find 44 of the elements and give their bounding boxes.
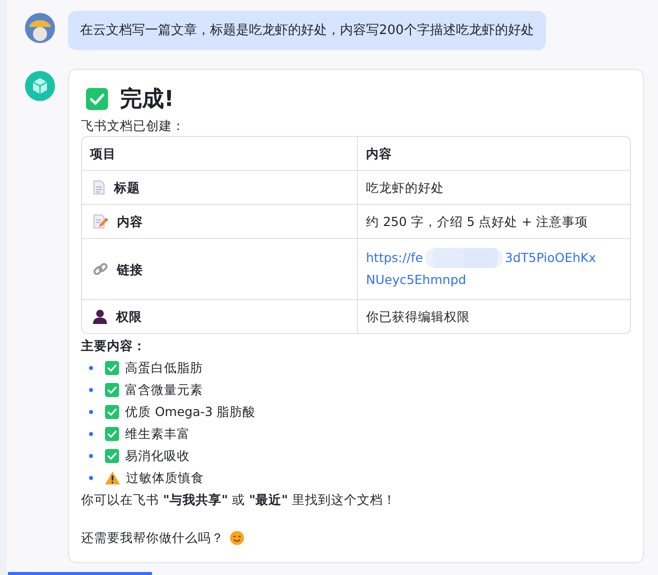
list-item-text: 维生素丰富 xyxy=(125,426,190,442)
check-icon xyxy=(105,405,119,419)
bot-avatar xyxy=(25,71,55,101)
list-item-text: 易消化吸收 xyxy=(125,448,190,464)
check-icon xyxy=(105,383,119,397)
bullet-icon xyxy=(89,366,93,370)
list-item-text: 高蛋白低脂肪 xyxy=(125,360,203,376)
column-header: 内容 xyxy=(357,137,630,170)
row-label: 链接 xyxy=(117,260,143,278)
list-item-text: 富含微量元素 xyxy=(125,382,203,398)
bullet-icon xyxy=(89,410,93,414)
cell-text: 约 250 字，介绍 5 点好处 + 注意事项 xyxy=(366,213,590,230)
cell-text: 吃龙虾的好处 xyxy=(366,179,445,196)
row-label: 权限 xyxy=(116,308,142,325)
row-label: 内容 xyxy=(117,213,143,230)
check-icon xyxy=(86,88,108,110)
check-icon xyxy=(105,427,119,441)
link-text[interactable]: NUeyc5Ehmnpd xyxy=(366,269,622,291)
link-text[interactable]: 3dT5PioOEhKx xyxy=(504,247,596,269)
bullet-icon xyxy=(89,476,93,480)
column-header: 项目 xyxy=(88,145,117,163)
closing-text: 还需要我帮你做什么吗？ xyxy=(81,529,224,547)
bullet-icon xyxy=(89,432,93,436)
warning-icon xyxy=(105,471,120,485)
note-text: 你可以在飞书 "与我共享" 或 "最近" 里找到这个文档！ xyxy=(81,491,397,509)
intro-text: 飞书文档已创建： xyxy=(81,117,186,135)
bullet-icon xyxy=(89,388,93,392)
person-icon xyxy=(93,309,107,324)
document-icon xyxy=(93,180,105,195)
list-heading: 主要内容： xyxy=(81,337,147,355)
smiling-face-icon xyxy=(230,531,244,545)
user-avatar xyxy=(25,13,55,43)
list-item-text: 优质 Omega-3 脂肪酸 xyxy=(125,404,256,420)
check-icon xyxy=(105,361,119,375)
bullet-icon xyxy=(89,454,93,458)
user-message: 在云文档写一篇文章，标题是吃龙虾的好处，内容写200个字描述吃龙虾的好处 xyxy=(68,11,546,50)
link-text[interactable]: https://fe xyxy=(366,247,423,269)
link-icon xyxy=(93,262,108,276)
check-icon xyxy=(105,449,119,463)
cell-text: 你已获得编辑权限 xyxy=(366,308,471,325)
list-item-text: 过敏体质慎食 xyxy=(126,470,204,486)
row-label: 标题 xyxy=(114,179,140,196)
pencil-document-icon xyxy=(93,214,108,229)
reply-title: 完成! xyxy=(120,86,174,114)
